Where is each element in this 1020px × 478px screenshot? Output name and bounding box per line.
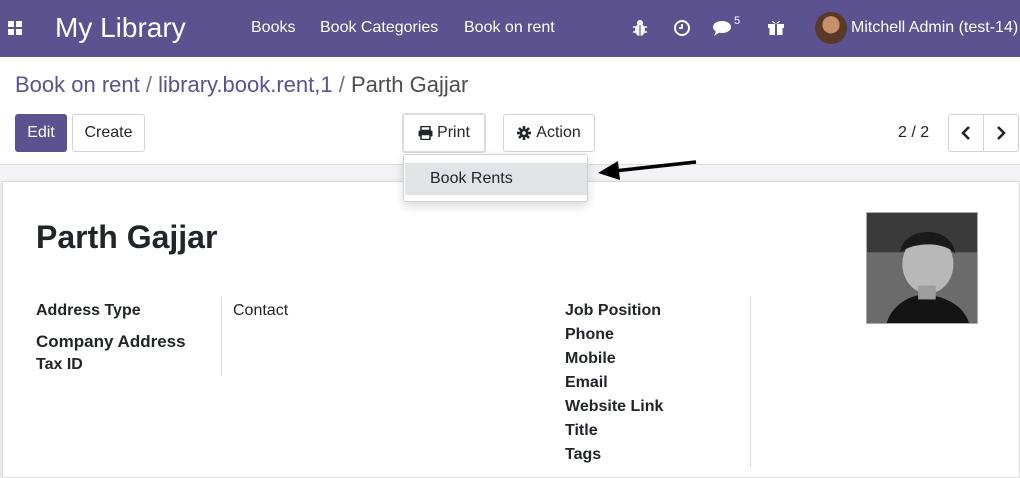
print-label: Print [437,124,470,141]
company-address-label: Company Address [36,332,186,351]
tax-id-label: Tax ID [36,356,83,373]
address-type-label: Address Type [36,302,141,319]
edit-button[interactable]: Edit [15,114,67,152]
bug-icon[interactable] [632,19,648,37]
pager-previous-button[interactable] [948,114,984,152]
partner-name: Parth Gajjar [36,219,218,255]
top-navbar: My Library Books Book Categories Book on… [0,0,1020,57]
messages-count-badge: 5 [734,15,741,27]
chevron-left-icon [961,126,970,140]
field-divider [750,297,751,467]
chevron-right-icon [997,126,1006,140]
breadcrumb-rent-record[interactable]: library.book.rent,1 [158,72,332,97]
print-icon [418,126,433,140]
breadcrumb: Book on rent / library.book.rent,1 / Par… [15,72,468,98]
website-link-label: Website Link [565,398,664,415]
app-title[interactable]: My Library [55,12,186,44]
breadcrumb-separator: / [145,72,152,97]
annotation-arrow [598,160,697,180]
menu-books[interactable]: Books [251,19,295,37]
chat-icon[interactable] [712,20,732,36]
print-button[interactable]: Print [402,113,486,153]
email-label: Email [565,374,608,391]
field-divider [221,297,222,376]
clock-icon[interactable] [673,19,691,37]
breadcrumb-current: Parth Gajjar [350,72,469,97]
action-label: Action [536,124,581,141]
menu-book-categories[interactable]: Book Categories [320,19,438,37]
breadcrumb-book-on-rent[interactable]: Book on rent [15,72,140,97]
create-button[interactable]: Create [72,114,145,152]
gear-icon [517,126,532,140]
tags-label: Tags [565,446,602,463]
title-label: Title [565,422,598,439]
print-dropdown-menu: Book Rents [403,154,588,202]
action-button[interactable]: Action [503,114,595,152]
menu-book-on-rent[interactable]: Book on rent [464,19,555,37]
phone-label: Phone [565,326,614,343]
breadcrumb-separator: / [338,72,345,97]
print-menu-item-book-rents[interactable]: Book Rents [405,163,587,195]
user-menu[interactable]: Mitchell Admin (test-14) [851,19,1018,37]
mobile-label: Mobile [565,350,616,367]
pager-next-button[interactable] [983,114,1019,152]
partner-photo[interactable] [866,212,978,324]
address-type-value[interactable]: Contact [233,302,288,320]
user-avatar[interactable] [815,12,847,44]
gift-icon[interactable] [767,18,785,36]
job-position-label: Job Position [565,302,661,319]
apps-grid-icon[interactable] [8,21,22,35]
pager-value[interactable]: 2 / 2 [898,124,929,142]
